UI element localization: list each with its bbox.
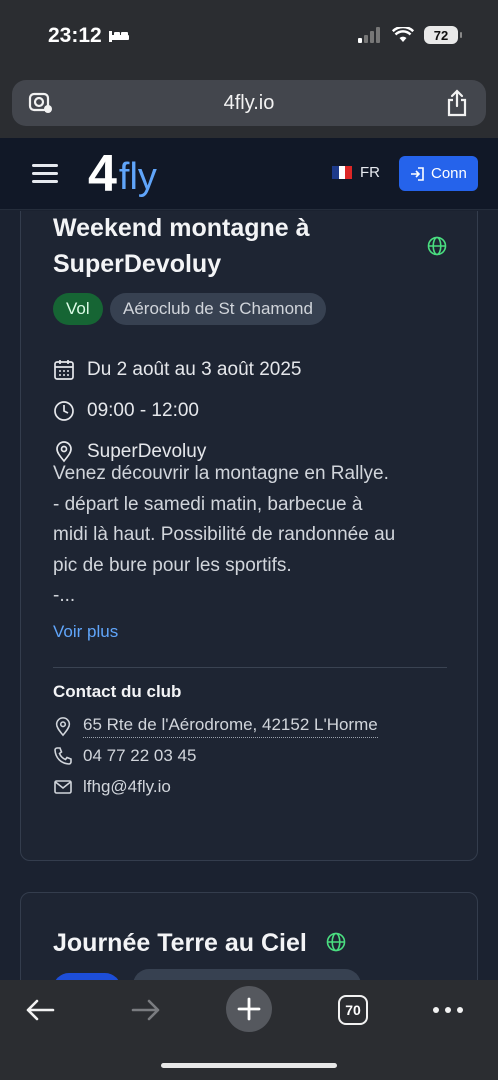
globe-icon bbox=[427, 236, 447, 256]
browser-toolbar: 4fly.io bbox=[0, 70, 498, 138]
club-email[interactable]: lfhg@4fly.io bbox=[83, 777, 171, 797]
tabs-count: 70 bbox=[338, 995, 368, 1025]
status-bar: 23:12 72 bbox=[0, 0, 498, 70]
mail-icon bbox=[54, 780, 72, 794]
logo-number: 4 bbox=[88, 145, 117, 203]
back-arrow-icon[interactable] bbox=[22, 990, 58, 1030]
site-navbar: 4 fly FR Conn bbox=[0, 138, 498, 210]
contact-phone-row: 04 77 22 03 45 bbox=[53, 746, 196, 766]
contact-address-row: 65 Rte de l'Aérodrome, 42152 L'Horme bbox=[53, 715, 378, 738]
page-settings-icon[interactable] bbox=[28, 91, 54, 115]
new-tab-plus-icon[interactable] bbox=[226, 986, 272, 1032]
event-title-line: Weekend montagne à bbox=[53, 214, 310, 242]
forward-arrow-icon[interactable] bbox=[128, 990, 164, 1030]
phone-icon bbox=[54, 747, 72, 765]
home-indicator[interactable] bbox=[161, 1063, 337, 1068]
status-time: 23:12 bbox=[48, 24, 130, 48]
event-date: Du 2 août au 3 août 2025 bbox=[87, 359, 302, 380]
url-text: 4fly.io bbox=[223, 91, 275, 114]
description-line: pic de bure pour les sportifs. bbox=[53, 554, 292, 576]
battery-indicator: 72 bbox=[424, 26, 462, 44]
calendar-icon bbox=[54, 360, 74, 380]
login-icon bbox=[411, 166, 424, 181]
page-content: Weekend montagne à SuperDevoluy Vol Aéro… bbox=[0, 211, 498, 980]
french-flag-icon bbox=[332, 166, 353, 179]
event-type-badge bbox=[53, 973, 121, 980]
club-badge[interactable]: Aéroclub de St Chamond bbox=[110, 293, 326, 325]
club-address-link[interactable]: 65 Rte de l'Aérodrome, 42152 L'Horme bbox=[83, 715, 378, 738]
see-more-link[interactable]: Voir plus bbox=[53, 622, 118, 642]
wifi-icon bbox=[392, 27, 414, 42]
bed-icon bbox=[108, 31, 129, 42]
description-line: - départ le samedi matin, barbecue à bbox=[53, 493, 363, 515]
map-pin-icon bbox=[55, 716, 71, 736]
divider bbox=[53, 667, 447, 668]
clock-text: 23:12 bbox=[48, 24, 102, 47]
event-time: 09:00 - 12:00 bbox=[87, 400, 199, 421]
event-title-text: Journée Terre au Ciel bbox=[53, 929, 307, 957]
signal-icon bbox=[358, 27, 380, 43]
login-label: Conn bbox=[431, 165, 467, 182]
event-type-badge: Vol bbox=[53, 293, 103, 325]
hamburger-menu-icon[interactable] bbox=[32, 164, 58, 184]
event-title[interactable]: Journée Terre au Ciel bbox=[53, 925, 307, 961]
clock-icon bbox=[54, 401, 74, 421]
site-logo[interactable]: 4 fly bbox=[88, 146, 157, 202]
event-description: Venez découvrir la montagne en Rallye. -… bbox=[53, 459, 453, 612]
event-card[interactable]: Weekend montagne à SuperDevoluy Vol Aéro… bbox=[20, 211, 478, 861]
share-icon[interactable] bbox=[446, 89, 468, 117]
tabs-button[interactable]: 70 bbox=[337, 990, 369, 1030]
language-label: FR bbox=[360, 164, 380, 181]
event-time-row: 09:00 - 12:00 bbox=[53, 400, 199, 422]
description-line: Venez découvrir la montagne en Rallye. bbox=[53, 463, 389, 484]
logo-text: fly bbox=[118, 156, 157, 198]
club-phone[interactable]: 04 77 22 03 45 bbox=[83, 746, 196, 766]
login-button[interactable]: Conn bbox=[399, 156, 478, 191]
address-bar[interactable]: 4fly.io bbox=[12, 80, 486, 126]
event-title[interactable]: Weekend montagne à SuperDevoluy bbox=[53, 211, 310, 282]
language-selector[interactable]: FR bbox=[332, 164, 380, 181]
contact-heading: Contact du club bbox=[53, 682, 182, 701]
description-line: -... bbox=[53, 585, 76, 606]
more-options-icon[interactable] bbox=[432, 990, 464, 1030]
globe-icon bbox=[326, 932, 346, 952]
contact-email-row: lfhg@4fly.io bbox=[53, 777, 171, 797]
event-card[interactable]: Journée Terre au Ciel bbox=[20, 892, 478, 980]
event-title-line: SuperDevoluy bbox=[53, 250, 222, 278]
club-badge[interactable] bbox=[133, 969, 361, 980]
event-date-row: Du 2 août au 3 août 2025 bbox=[53, 359, 301, 381]
description-line: midi là haut. Possibilité de randonnée a… bbox=[53, 524, 396, 545]
